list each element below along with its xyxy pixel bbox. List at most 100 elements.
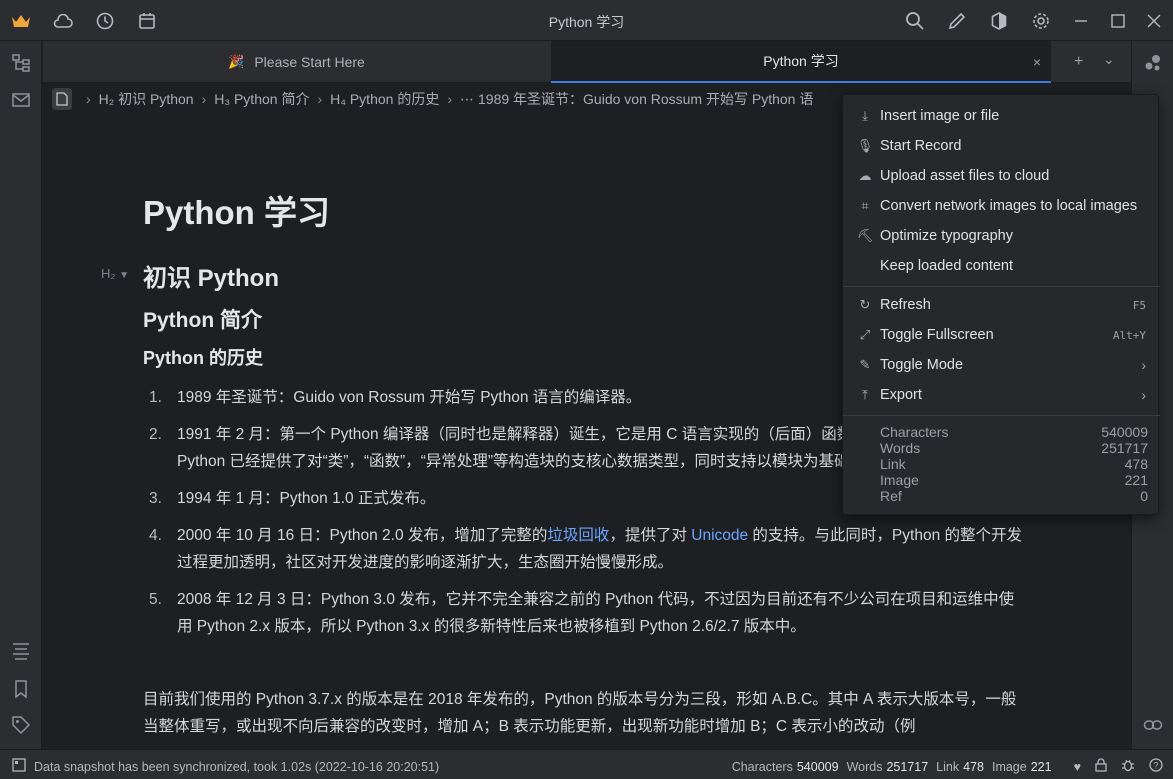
tag-icon[interactable]	[10, 714, 32, 736]
stat-ref: Ref 0	[880, 488, 1148, 504]
paint-roller-icon: ⛏	[856, 228, 874, 243]
help-icon[interactable]: ?	[1149, 758, 1163, 775]
stat-image: Image 221	[880, 472, 1148, 488]
menu-divider	[843, 415, 1160, 416]
refresh-icon: ↻	[859, 297, 871, 312]
document-icon[interactable]	[52, 88, 72, 110]
pencil-icon[interactable]	[946, 10, 968, 32]
menu-item-optimize-typography[interactable]: ⛏ Optimize typography	[843, 221, 1160, 251]
list-item[interactable]: 4. 2000 年 10 月 16 日：Python 2.0 发布，增加了完整的…	[143, 522, 1023, 576]
align-icon[interactable]	[10, 640, 32, 662]
close-window-icon[interactable]	[1143, 10, 1165, 32]
breadcrumb-item[interactable]: H₃ Python 简介	[214, 89, 309, 109]
heading-3[interactable]: Python 简介	[143, 304, 262, 334]
garbage-collection-link[interactable]: 垃圾回收	[547, 527, 609, 544]
bug-icon[interactable]	[1121, 758, 1135, 775]
menu-item-label: Convert network images to local images	[880, 198, 1138, 214]
list-number: 5.	[149, 591, 162, 608]
paragraph[interactable]: 目前我们使用的 Python 3.7.x 的版本是在 2018 年发布的，Pyt…	[143, 686, 1023, 740]
unicode-link[interactable]: Unicode	[691, 527, 748, 544]
menu-item-export[interactable]: ⤒ Export ›	[843, 380, 1160, 410]
menu-item-toggle-mode[interactable]: ✎ Toggle Mode ›	[843, 350, 1160, 380]
menu-item-label: Upload asset files to cloud	[880, 168, 1050, 184]
breadcrumb-item[interactable]: H₄ Python 的历史	[330, 89, 439, 109]
link-label: Link	[936, 759, 960, 774]
download-icon: ⤓	[862, 108, 868, 123]
words-count: 251717	[886, 759, 929, 774]
shortcut-label: Alt+Y	[1112, 328, 1146, 342]
breadcrumb-item[interactable]: H₂ 初识 Python	[99, 89, 194, 109]
upload-icon: ⤒	[862, 387, 868, 402]
list-number: 4.	[149, 527, 162, 544]
menu-item-convert-images[interactable]: ⌗ Convert network images to local images	[843, 191, 1160, 221]
crop-icon: ⌗	[861, 198, 869, 213]
heading-4[interactable]: Python 的历史	[143, 344, 263, 370]
menu-item-start-record[interactable]: 🎙 Start Record	[843, 131, 1160, 161]
bookmark-icon[interactable]	[10, 678, 32, 700]
gear-icon[interactable]	[1030, 10, 1052, 32]
menu-item-label: Keep loaded content	[880, 258, 1014, 274]
menu-item-insert-image[interactable]: ⤓ Insert image or file	[843, 101, 1160, 131]
menu-item-keep-loaded[interactable]: Keep loaded content	[843, 251, 1160, 281]
breadcrumb: › H₂ 初识 Python › H₃ Python 简介 › H₄ Pytho…	[52, 86, 813, 112]
menu-item-label: Insert image or file	[880, 108, 1000, 124]
minimize-icon[interactable]	[1070, 10, 1092, 32]
graph-icon[interactable]	[1142, 52, 1164, 74]
list-item-text: 1994 年 1 月：Python 1.0 正式发布。	[177, 490, 436, 507]
document-title[interactable]: Python 学习	[143, 186, 330, 234]
tab-please-start-here[interactable]: 🎉 Please Start Here	[43, 41, 550, 83]
add-tab-button[interactable]: +	[1074, 53, 1083, 71]
link-icon[interactable]	[1142, 714, 1164, 736]
tab-list-dropdown[interactable]: ⌄	[1103, 51, 1115, 68]
party-icon: 🎉	[228, 54, 245, 69]
outline-tree-icon[interactable]	[10, 52, 32, 74]
chevron-right-icon: ›	[1141, 387, 1146, 403]
characters-label: Characters	[731, 759, 793, 774]
menu-item-label: Toggle Fullscreen	[880, 327, 994, 343]
image-count: 221	[1030, 759, 1052, 774]
list-item-text: 2008 年 12 月 3 日：Python 3.0 发布，它并不完全兼容之前的…	[177, 591, 1015, 635]
search-icon[interactable]	[904, 10, 926, 32]
menu-item-label: Start Record	[880, 138, 962, 154]
menu-item-refresh[interactable]: ↻ Refresh F5	[843, 290, 1160, 320]
heading-level-marker[interactable]: H₂ ▼	[101, 266, 129, 281]
menu-item-upload-assets[interactable]: ☁ Upload asset files to cloud	[843, 161, 1160, 191]
dock-icon[interactable]	[12, 758, 26, 775]
document-stats: Characters 540009 Words 251717 Link 478 Ima…	[880, 424, 1148, 504]
tab-label: Python 学习	[763, 53, 839, 69]
menu-item-label: Export	[880, 387, 922, 403]
tab-python-study[interactable]: Python 学习 ×	[551, 41, 1051, 83]
heart-icon[interactable]: ♥	[1074, 760, 1081, 774]
menu-item-label: Toggle Mode	[880, 357, 964, 373]
list-number: 3.	[149, 490, 162, 507]
theme-icon[interactable]	[988, 10, 1010, 32]
tab-bar: 🎉 Please Start Here Python 学习 × + ⌄	[43, 41, 1131, 83]
list-item-text: ，提供了对	[609, 527, 692, 544]
stat-link: Link 478	[880, 456, 1148, 472]
list-item[interactable]: 5. 2008 年 12 月 3 日：Python 3.0 发布，它并不完全兼容…	[143, 586, 1023, 640]
breadcrumb-item[interactable]: 1989 年圣诞节：Guido von Rossum 开始写 Python 语	[478, 89, 813, 109]
stat-words: Words 251717	[880, 440, 1148, 456]
heading-2[interactable]: 初识 Python	[143, 258, 279, 293]
shortcut-label: F5	[1132, 298, 1146, 312]
chevron-right-icon: ›	[447, 91, 452, 107]
cloud-icon: ☁	[858, 168, 872, 183]
title-bar: Python 学习	[0, 0, 1173, 41]
words-label: Words	[846, 759, 883, 774]
microphone-icon: 🎙	[856, 138, 874, 153]
maximize-icon[interactable]	[1107, 10, 1129, 32]
chevron-right-icon: ›	[86, 91, 91, 107]
close-icon[interactable]: ×	[1033, 54, 1041, 70]
lock-icon[interactable]	[1095, 758, 1107, 775]
list-number: 1.	[149, 389, 162, 406]
chevron-right-icon: ›	[317, 91, 323, 107]
list-item-text: 1989 年圣诞节：Guido von Rossum 开始写 Python 语言…	[177, 389, 642, 406]
inbox-icon[interactable]	[10, 89, 32, 111]
svg-text:?: ?	[1153, 761, 1158, 771]
list-item-text: 2000 年 10 月 16 日：Python 2.0 发布，增加了完整的	[177, 527, 548, 544]
left-rail	[0, 41, 42, 749]
menu-item-label: Refresh	[880, 297, 931, 313]
menu-item-toggle-fullscreen[interactable]: ⤢ Toggle Fullscreen Alt+Y	[843, 320, 1160, 350]
chevron-right-icon: ›	[1141, 357, 1146, 373]
characters-count: 540009	[796, 759, 839, 774]
